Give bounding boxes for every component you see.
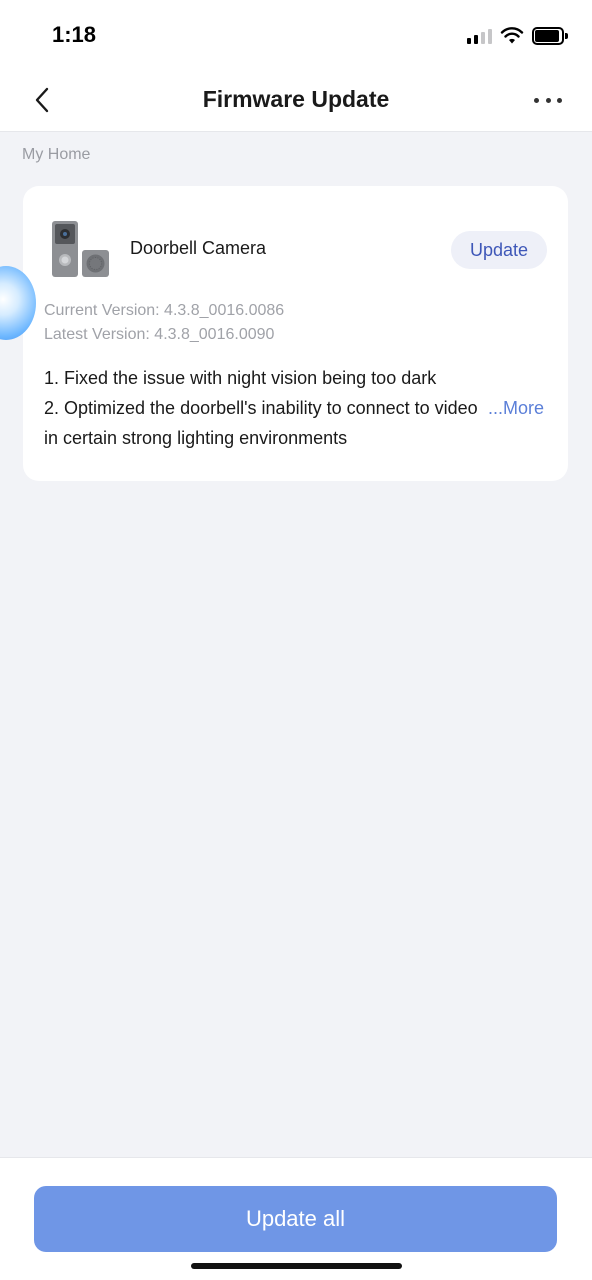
release-notes: 1. Fixed the issue with night vision bei… bbox=[44, 363, 484, 453]
release-note-item: 2. Optimized the doorbell's inability to… bbox=[44, 398, 478, 448]
more-link[interactable]: ...More bbox=[488, 393, 544, 423]
battery-icon bbox=[532, 27, 568, 45]
page-title: Firmware Update bbox=[202, 86, 390, 112]
latest-version: Latest Version: 4.3.8_0016.0090 bbox=[44, 326, 275, 343]
status-time: 1:18 bbox=[52, 22, 97, 47]
signal-icon bbox=[467, 28, 492, 44]
home-indicator bbox=[191, 1263, 402, 1269]
doorbell-camera-icon bbox=[52, 221, 109, 277]
device-name: Doorbell Camera bbox=[130, 238, 267, 258]
device-card: Doorbell Camera Update Current Version: … bbox=[23, 186, 568, 481]
update-all-button[interactable]: Update all bbox=[34, 1186, 557, 1252]
top-area: 1:18 Firmware Update bbox=[0, 0, 592, 132]
bottom-bar: Update all bbox=[0, 1157, 592, 1280]
home-label: My Home bbox=[22, 146, 91, 163]
update-button[interactable]: Update bbox=[451, 231, 547, 269]
more-options-button[interactable] bbox=[534, 92, 562, 108]
release-note-item: 1. Fixed the issue with night vision bei… bbox=[44, 368, 437, 388]
more-dots-icon bbox=[534, 97, 539, 103]
status-icons bbox=[467, 24, 568, 48]
wifi-icon bbox=[500, 27, 524, 44]
current-version: Current Version: 4.3.8_0016.0086 bbox=[44, 302, 285, 319]
